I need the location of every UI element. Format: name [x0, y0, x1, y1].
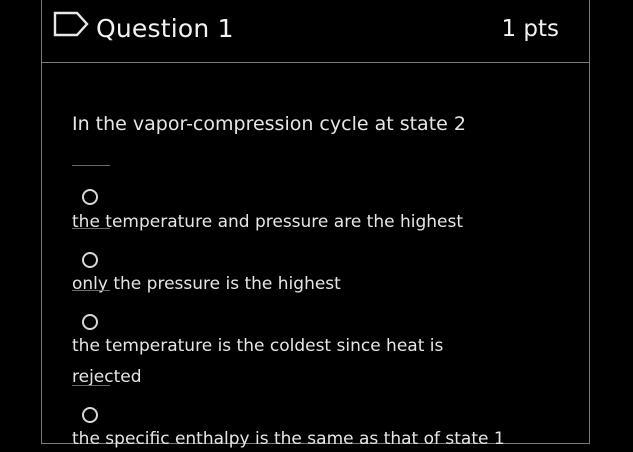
question-card: Question 1 1 pts In the vapor-compressio… [41, 0, 590, 452]
question-points: 1 pts [501, 16, 559, 42]
question-header: Question 1 1 pts [42, 0, 589, 63]
flag-question-icon[interactable] [53, 11, 89, 37]
radio-button-icon[interactable] [82, 189, 98, 205]
answer-label: the temperature is the coldest since hea… [72, 336, 444, 387]
radio-button-icon[interactable] [82, 407, 98, 423]
question-prompt: In the vapor-compression cycle at state … [72, 113, 466, 135]
answer-label: only the pressure is the highest [72, 274, 341, 294]
answer-option-3[interactable]: the temperature is the coldest since hea… [72, 290, 558, 393]
answer-option-1[interactable]: the temperature and pressure are the hig… [72, 165, 558, 238]
question-title: Question 1 [96, 14, 234, 43]
radio-button-icon[interactable] [82, 314, 98, 330]
radio-button-icon[interactable] [82, 252, 98, 268]
answer-label: the specific enthalpy is the same as tha… [72, 429, 505, 449]
answer-list: the temperature and pressure are the hig… [72, 165, 558, 452]
answer-label: the temperature and pressure are the hig… [72, 212, 464, 232]
answer-option-4[interactable]: the specific enthalpy is the same as tha… [72, 385, 558, 452]
answer-option-2[interactable]: only the pressure is the highest [72, 228, 558, 300]
